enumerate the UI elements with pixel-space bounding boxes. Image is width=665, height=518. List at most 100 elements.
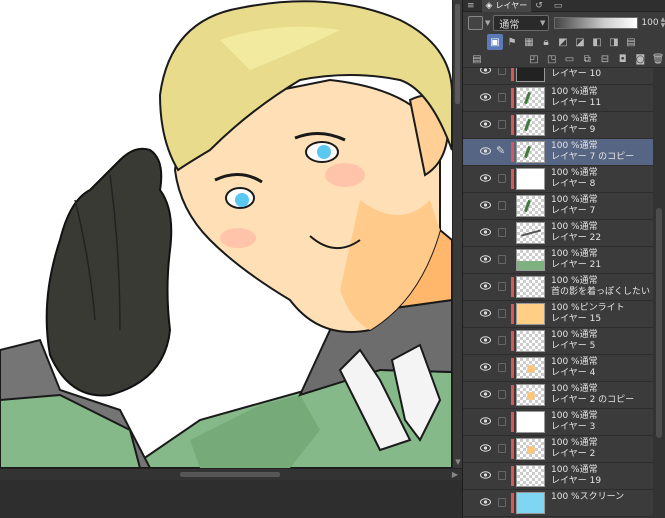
layer-row[interactable]: 100 %通常 レイヤー 5	[463, 328, 653, 355]
clip-icon[interactable]: ▣	[487, 34, 503, 50]
layer-toggle-toolbar: ▣ ⚑ ▦ 🔒︎ ◩ ◪ ◧ ◨ ▤	[463, 33, 665, 51]
transfer-down-icon[interactable]: ⧉	[579, 52, 595, 68]
reference-icon[interactable]: ⚑	[504, 34, 520, 50]
layer-lock-toggle[interactable]	[498, 255, 506, 264]
chevron-down-icon[interactable]: ▼	[485, 19, 490, 27]
layer-lock-toggle[interactable]	[498, 390, 506, 399]
layer-lock-toggle[interactable]	[498, 309, 506, 318]
layer-thumbnail	[516, 141, 545, 163]
eye-visibility-icon[interactable]	[480, 174, 491, 182]
new-raster-icon[interactable]: ◰	[526, 52, 542, 68]
layer-row[interactable]: レイヤー 10	[463, 68, 653, 85]
layer-lock-toggle[interactable]	[498, 201, 506, 210]
eye-visibility-icon[interactable]	[480, 363, 491, 371]
mask-apply-icon[interactable]: ◙	[633, 52, 649, 68]
eye-visibility-icon[interactable]	[480, 309, 491, 317]
layers-icon: ◈	[485, 0, 493, 11]
new-folder-icon[interactable]: ▭	[562, 52, 578, 68]
layer-row[interactable]: 100 %通常 レイヤー 3	[463, 409, 653, 436]
opacity-slider[interactable]	[554, 17, 639, 29]
tab-history[interactable]: ↺	[531, 0, 550, 12]
layer-blend-mode: 100 %通常	[551, 465, 598, 475]
lock-icon[interactable]: 🔒︎	[538, 34, 554, 50]
scroll-right-arrow-icon[interactable]: ▶	[450, 470, 460, 480]
eye-visibility-icon[interactable]	[480, 93, 491, 101]
layer-row[interactable]: 100 %通常 首の影を着っぽくしたい	[463, 274, 653, 301]
layer-blend-mode: 100 %通常	[551, 276, 598, 286]
layer-property-bar: ▼ 通常 ▼ 100 ▲ ▼	[463, 13, 665, 33]
layer-list-scroll-thumb[interactable]	[656, 208, 662, 438]
layer-name: レイヤー 19	[551, 476, 602, 486]
eye-visibility-icon[interactable]	[480, 255, 491, 263]
layer-lock-toggle[interactable]	[498, 336, 506, 345]
eye-visibility-icon[interactable]	[480, 417, 491, 425]
eye-visibility-icon[interactable]	[480, 498, 491, 506]
mask-show-icon[interactable]: ◪	[572, 34, 588, 50]
layer-row[interactable]: 100 %ピンライト レイヤー 15	[463, 301, 653, 328]
scroll-down-arrow-icon[interactable]: ▼	[454, 458, 462, 466]
lock-transparent-icon[interactable]: ▦	[521, 34, 537, 50]
layer-thumbnail	[516, 438, 545, 460]
layer-lock-toggle[interactable]	[498, 228, 506, 237]
canvas-horizontal-scrollbar[interactable]: ▶	[0, 468, 462, 480]
layer-lock-toggle[interactable]	[498, 498, 506, 507]
palette-icon[interactable]: ▤	[623, 34, 639, 50]
mask-enable-icon[interactable]: ◩	[555, 34, 571, 50]
layer-lock-toggle[interactable]	[498, 93, 506, 102]
layer-action-toolbar: ▤ ◰ ◳ ▭ ⧉ ⊟ ◘ ◙ 🗑︎	[463, 52, 665, 68]
eye-visibility-icon[interactable]	[480, 282, 491, 290]
layer-list-scrollbar[interactable]	[653, 68, 665, 518]
layer-color-swatch[interactable]	[468, 16, 483, 30]
drawing-canvas[interactable]	[0, 0, 452, 468]
layer-row[interactable]: 100 %通常 レイヤー 11	[463, 85, 653, 112]
layer-lock-toggle[interactable]	[498, 174, 506, 183]
layer-row[interactable]: 100 %通常 レイヤー 2 のコピー	[463, 382, 653, 409]
eye-visibility-icon[interactable]	[480, 147, 491, 155]
tab-menu[interactable]: ≡	[463, 0, 482, 12]
eye-visibility-icon[interactable]	[480, 390, 491, 398]
layer-lock-toggle[interactable]	[498, 363, 506, 372]
pen-edit-icon: ✎	[496, 144, 506, 157]
tab-layer[interactable]: ◈ レイヤー	[481, 0, 532, 12]
horizontal-scroll-thumb[interactable]	[180, 472, 280, 477]
layer-row[interactable]: ✎ 100 %通常 レイヤー 7 のコピー	[463, 139, 653, 166]
mask-add-icon[interactable]: ◘	[615, 52, 631, 68]
layer-row[interactable]: 100 %通常 レイヤー 4	[463, 355, 653, 382]
layer-row[interactable]: 100 %通常 レイヤー 8	[463, 166, 653, 193]
layer-lock-toggle[interactable]	[498, 471, 506, 480]
layer-row[interactable]: 100 %通常 レイヤー 19	[463, 463, 653, 490]
opacity-value[interactable]: 100	[641, 18, 658, 28]
layer-lock-toggle[interactable]	[498, 120, 506, 129]
tab-navigator[interactable]: ▭	[550, 0, 570, 12]
eye-visibility-icon[interactable]	[480, 120, 491, 128]
new-vector-icon[interactable]: ◳	[544, 52, 560, 68]
layer-thumbnail	[516, 87, 545, 109]
layer-row[interactable]: 100 %通常 レイヤー 7	[463, 193, 653, 220]
merge-icon[interactable]: ⊟	[597, 52, 613, 68]
layer-lock-toggle[interactable]	[498, 417, 506, 426]
eye-visibility-icon[interactable]	[480, 201, 491, 209]
layer-blend-mode: 100 %ピンライト	[551, 303, 625, 313]
layer-row[interactable]: 100 %通常 レイヤー 9	[463, 112, 653, 139]
layer-row[interactable]: 100 %通常 レイヤー 21	[463, 247, 653, 274]
layer-property-icon[interactable]: ▤	[469, 52, 485, 68]
eye-visibility-icon[interactable]	[480, 471, 491, 479]
vertical-scroll-thumb[interactable]	[455, 4, 460, 104]
eye-visibility-icon[interactable]	[480, 444, 491, 452]
layer-row[interactable]: 100 %スクリーン	[463, 490, 653, 517]
opacity-spinner-icon[interactable]: ▲ ▼	[661, 17, 665, 29]
layer-color-icon[interactable]: ◧	[589, 34, 605, 50]
eye-visibility-icon[interactable]	[480, 336, 491, 344]
layer-lock-toggle[interactable]	[498, 444, 506, 453]
layer-thumbnail	[516, 330, 545, 352]
layer-row[interactable]: 100 %通常 レイヤー 22	[463, 220, 653, 247]
delete-icon[interactable]: 🗑︎	[650, 52, 665, 68]
eye-visibility-icon[interactable]	[480, 228, 491, 236]
layer-lock-toggle[interactable]	[498, 68, 506, 75]
layer-row[interactable]: 100 %通常 レイヤー 2	[463, 436, 653, 463]
color-picker-icon[interactable]: ◨	[606, 34, 622, 50]
canvas-vertical-scrollbar[interactable]: ▼	[452, 0, 462, 468]
eye-visibility-icon[interactable]	[480, 68, 491, 74]
blend-mode-select[interactable]: 通常 ▼	[493, 15, 550, 31]
layer-lock-toggle[interactable]	[498, 282, 506, 291]
